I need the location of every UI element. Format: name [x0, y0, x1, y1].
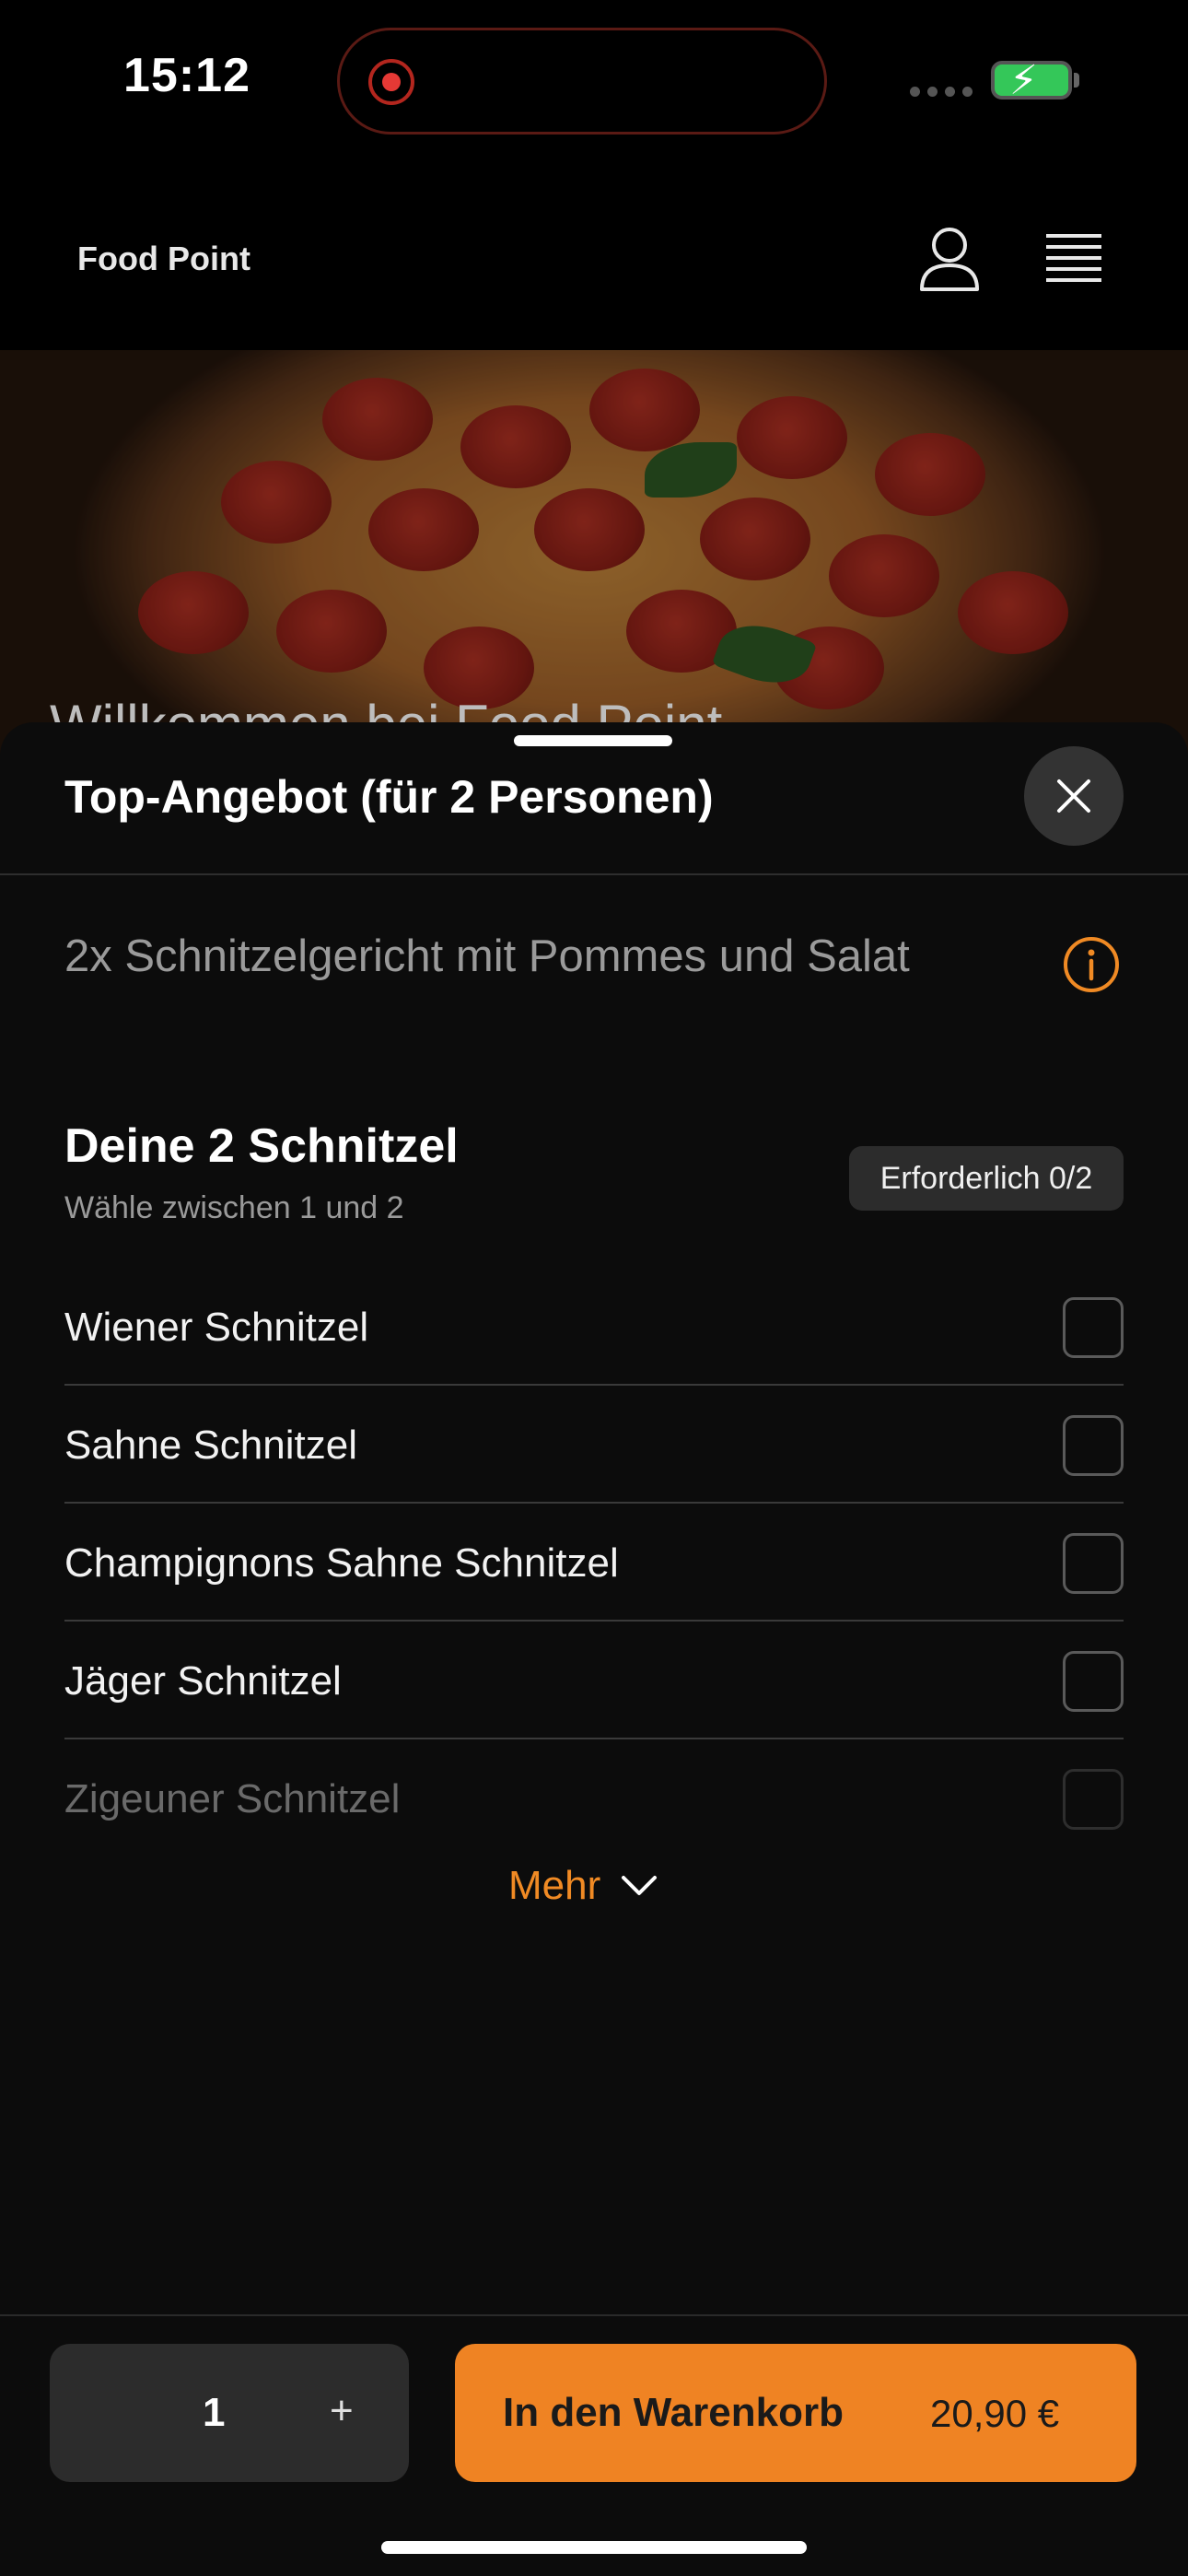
option-checkbox[interactable] [1063, 1297, 1124, 1358]
quantity-value: 1 [203, 2390, 226, 2435]
chevron-down-icon [622, 1876, 658, 1895]
option-label: Zigeuner Schnitzel [64, 1776, 401, 1821]
increment-button[interactable]: + [330, 2388, 354, 2434]
charging-icon: ⚡ [1009, 58, 1038, 103]
option-row[interactable]: Champignons Sahne Schnitzel [64, 1504, 1124, 1622]
cart-price: 20,90 € [930, 2392, 1060, 2435]
user-icon[interactable] [917, 225, 982, 293]
battery-cap [1074, 73, 1079, 88]
option-row[interactable]: Zigeuner Schnitzel [64, 1739, 1124, 1857]
info-icon[interactable] [1063, 936, 1120, 993]
option-checkbox[interactable] [1063, 1651, 1124, 1712]
divider [0, 873, 1188, 875]
option-group-title: Deine 2 Schnitzel [64, 1119, 459, 1173]
close-icon [1057, 779, 1090, 813]
option-row[interactable]: Jäger Schnitzel [64, 1622, 1124, 1739]
option-group-subtitle: Wähle zwischen 1 und 2 [64, 1190, 404, 1225]
option-row[interactable]: Sahne Schnitzel [64, 1386, 1124, 1504]
option-checkbox[interactable] [1063, 1769, 1124, 1830]
status-time: 15:12 [123, 49, 250, 102]
signal-icon [910, 87, 973, 97]
option-checkbox[interactable] [1063, 1415, 1124, 1476]
option-row[interactable]: Wiener Schnitzel [64, 1268, 1124, 1386]
required-badge: Erforderlich 0/2 [849, 1146, 1124, 1211]
home-indicator[interactable] [381, 2541, 807, 2554]
quantity-stepper [50, 2344, 409, 2482]
add-to-cart-label: In den Warenkorb [503, 2390, 844, 2435]
option-label: Wiener Schnitzel [64, 1305, 369, 1350]
brand-logo[interactable]: Food Point [77, 240, 250, 278]
divider [0, 2314, 1188, 2316]
product-description: 2x Schnitzelgericht mit Pommes und Salat [64, 931, 910, 981]
show-more-button[interactable]: Mehr [508, 1863, 658, 1909]
option-label: Sahne Schnitzel [64, 1423, 357, 1468]
recording-icon [368, 59, 414, 105]
sheet-title: Top-Angebot (für 2 Personen) [64, 771, 714, 823]
close-button[interactable] [1024, 746, 1124, 846]
option-label: Jäger Schnitzel [64, 1658, 342, 1704]
option-label: Champignons Sahne Schnitzel [64, 1540, 619, 1586]
option-checkbox[interactable] [1063, 1533, 1124, 1594]
show-more-label: Mehr [508, 1863, 601, 1908]
sheet-grabber[interactable] [514, 735, 672, 746]
menu-icon[interactable] [1044, 232, 1103, 284]
